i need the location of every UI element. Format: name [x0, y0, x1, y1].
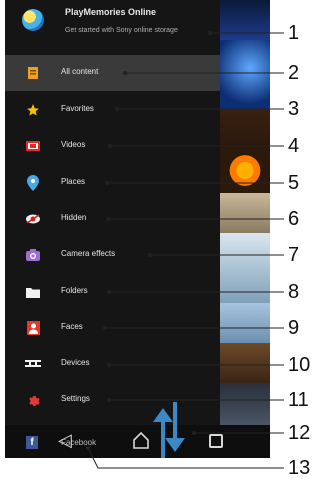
thumbnail[interactable]: [220, 383, 270, 425]
menu-item-label: Favorites: [61, 104, 94, 113]
video-icon: [25, 138, 41, 154]
menu-item-label: Faces: [61, 322, 83, 331]
camera-icon: [25, 247, 41, 263]
menu-item-label: Camera effects: [61, 249, 116, 258]
gear-icon: [25, 392, 41, 408]
facebook-icon: f: [26, 436, 38, 449]
scroll-arrows-icon: [153, 402, 185, 458]
thumbnail[interactable]: [220, 0, 270, 40]
menu-item-label: Places: [61, 177, 86, 186]
menu-item-label: Settings: [61, 394, 90, 403]
menu-item-devices[interactable]: Devices: [5, 346, 220, 382]
devices-icon: [25, 356, 41, 372]
thumbnail[interactable]: [220, 343, 270, 383]
menu-item-favorites[interactable]: Favorites: [5, 92, 220, 128]
callout-number: 9: [288, 317, 300, 339]
gallery-thumbnails: [220, 0, 270, 458]
all-content-icon: [25, 65, 41, 81]
playmemories-logo-icon: [22, 9, 44, 31]
menu-item-places[interactable]: Places: [5, 165, 220, 201]
hidden-eye-icon: [25, 211, 41, 227]
menu-item-camera-effects[interactable]: Camera effects: [5, 237, 220, 273]
menu-item-folders[interactable]: Folders: [5, 274, 220, 310]
callout-number: 13: [288, 457, 311, 479]
menu-item-label: Folders: [61, 286, 88, 295]
menu-item-all-content[interactable]: All content: [5, 55, 220, 91]
star-icon: [25, 102, 41, 118]
header-subtitle: Get started with Sony online storage: [65, 27, 178, 34]
thumbnail[interactable]: [220, 193, 270, 233]
thumbnail[interactable]: [220, 148, 270, 193]
recent-apps-button[interactable]: [209, 434, 223, 448]
callout-number: 12: [288, 422, 311, 444]
faces-icon: [25, 320, 41, 336]
menu-item-label: Devices: [61, 358, 90, 367]
playmemories-header[interactable]: PlayMemories Online Get started with Son…: [5, 0, 220, 50]
thumbnail[interactable]: [220, 233, 270, 303]
header-title: PlayMemories Online: [65, 7, 157, 17]
menu-item-videos[interactable]: Videos: [5, 128, 220, 164]
callout-number: 3: [288, 98, 300, 120]
callout-number: 7: [288, 244, 300, 266]
callout-number: 5: [288, 172, 300, 194]
callout-number: 8: [288, 281, 300, 303]
thumbnail[interactable]: [220, 40, 270, 110]
phone-screen: PlayMemories Online Get started with Son…: [5, 0, 270, 458]
menu-item-label: All content: [61, 67, 99, 76]
navigation-drawer: PlayMemories Online Get started with Son…: [5, 0, 220, 458]
back-button[interactable]: ◁: [58, 431, 72, 449]
system-navigation-bar: f Facebook ◁: [5, 425, 270, 458]
menu-item-hidden[interactable]: Hidden: [5, 201, 220, 237]
callout-number: 6: [288, 208, 300, 230]
folder-icon: [25, 284, 41, 300]
thumbnail[interactable]: [220, 303, 270, 343]
callout-number: 1: [288, 22, 300, 44]
callout-number: 11: [288, 389, 309, 411]
menu-item-label: Hidden: [61, 213, 87, 222]
callout-number: 4: [288, 135, 300, 157]
menu-item-faces[interactable]: Faces: [5, 310, 220, 346]
menu-item-label: Videos: [61, 140, 86, 149]
callout-number: 2: [288, 62, 300, 84]
callout-number: 10: [288, 354, 311, 376]
location-pin-icon: [25, 175, 41, 191]
